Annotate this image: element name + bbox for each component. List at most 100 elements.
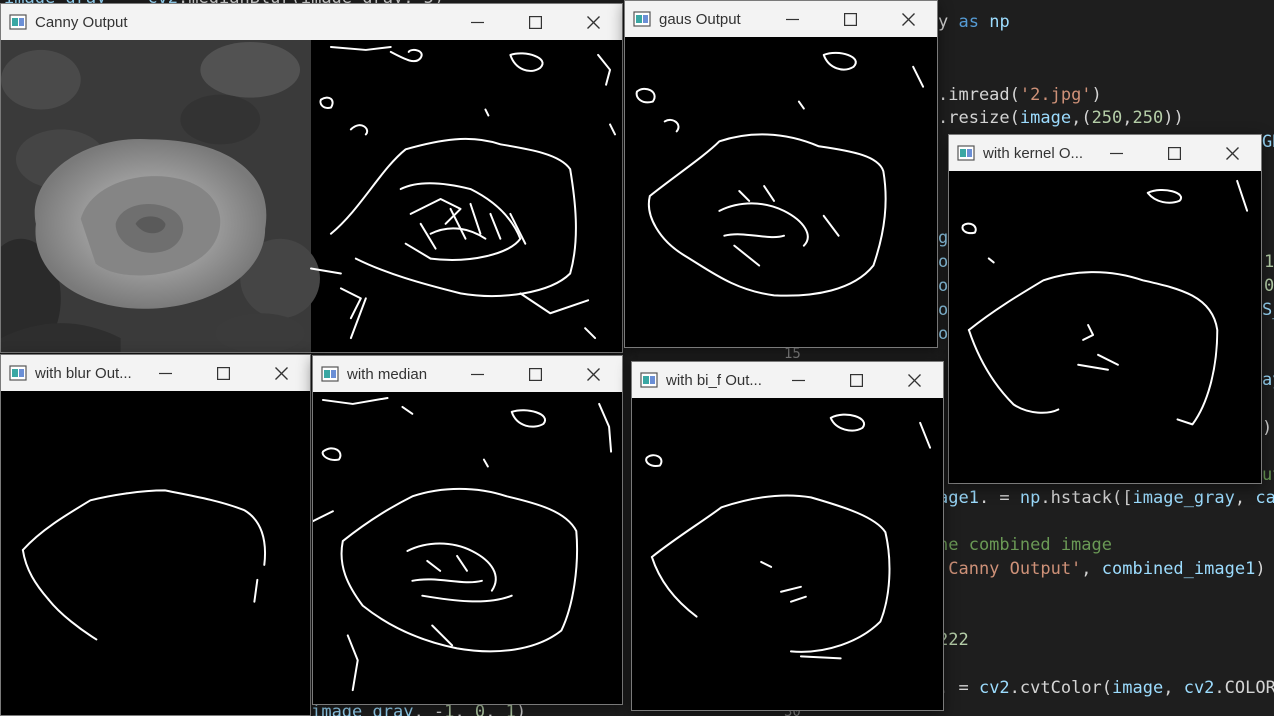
maximize-button[interactable] — [827, 362, 885, 398]
minimize-icon — [791, 374, 805, 387]
image-canvas[interactable] — [313, 392, 622, 704]
canny-output-window[interactable]: Canny Output — [0, 3, 623, 353]
opencv-window-icon — [9, 365, 27, 381]
close-button[interactable] — [879, 1, 937, 37]
code-fragment: S_ — [1262, 300, 1274, 320]
code-token: he combined image — [938, 535, 1112, 555]
close-button[interactable] — [1203, 135, 1261, 171]
code-token: age1 — [938, 488, 979, 508]
blur-edges-image — [21, 489, 266, 641]
close-icon — [274, 366, 288, 380]
median-edges-image — [313, 396, 613, 692]
code-token: np — [1019, 488, 1041, 508]
opencv-window-icon — [9, 14, 27, 30]
minimize-button[interactable] — [448, 4, 506, 40]
close-icon — [907, 373, 921, 387]
line-number: 15 — [784, 346, 801, 362]
maximize-icon — [1167, 146, 1181, 160]
maximize-button[interactable] — [1145, 135, 1203, 171]
minimize-icon — [470, 16, 484, 29]
gaus-output-window[interactable]: gaus Output — [624, 0, 938, 348]
window-title: Canny Output — [35, 13, 128, 31]
code-token: .hstack([ — [1040, 488, 1133, 508]
image-canvas[interactable] — [625, 37, 937, 347]
with-median-output-window[interactable]: with median — [312, 355, 623, 705]
maximize-icon — [528, 367, 542, 381]
code-token: y — [938, 12, 959, 32]
window-title: with bi_f Out... — [666, 371, 762, 389]
window-title: gaus Output — [659, 10, 741, 28]
code-token: .COLOR_BGR — [1214, 678, 1274, 698]
image-canvas[interactable] — [632, 398, 943, 710]
code-token: cv2 — [1183, 678, 1215, 698]
code-token: image — [1019, 108, 1072, 128]
code-token: image_gray — [1132, 488, 1235, 508]
close-icon — [1225, 146, 1239, 160]
window-title: with kernel O... — [983, 144, 1084, 162]
minimize-icon — [1109, 147, 1123, 160]
close-button[interactable] — [564, 4, 622, 40]
code-token: ) — [1255, 559, 1266, 579]
code-line: .resize(image,(250,250)) — [938, 108, 1184, 128]
title-bar[interactable]: gaus Output — [625, 1, 937, 37]
maximize-button[interactable] — [821, 1, 879, 37]
title-bar[interactable]: Canny Output — [1, 4, 622, 40]
maximize-button[interactable] — [506, 4, 564, 40]
minimize-button[interactable] — [136, 355, 194, 391]
code-token: np — [978, 12, 1010, 32]
code-token: cv2 — [978, 678, 1010, 698]
minimize-icon — [785, 13, 799, 26]
code-token: . = — [978, 488, 1020, 508]
code-fragment: ) — [1262, 418, 1273, 438]
minimize-button[interactable] — [448, 356, 506, 392]
code-token: ,( — [1071, 108, 1092, 128]
code-token: , — [1234, 488, 1256, 508]
gaus-edges-image — [635, 51, 925, 297]
close-icon — [901, 12, 915, 26]
minimize-button[interactable] — [763, 1, 821, 37]
code-token: ) — [1091, 85, 1102, 105]
close-button[interactable] — [885, 362, 943, 398]
code-token: .resize( — [938, 108, 1020, 128]
image-canvas[interactable] — [1, 40, 622, 352]
code-fragment: 0 — [1264, 276, 1274, 296]
code-token: . = — [938, 678, 979, 698]
with-bi-f-output-window[interactable]: with bi_f Out... — [631, 361, 944, 711]
maximize-icon — [528, 15, 542, 29]
maximize-icon — [843, 12, 857, 26]
code-token: 250 — [1091, 108, 1123, 128]
with-kernel-output-window[interactable]: with kernel O... — [948, 134, 1262, 484]
minimize-button[interactable] — [1087, 135, 1145, 171]
kernel-edges-image — [961, 179, 1249, 426]
code-fragment: 1 — [1264, 252, 1274, 272]
close-button[interactable] — [564, 356, 622, 392]
close-button[interactable] — [252, 355, 310, 391]
title-bar[interactable]: with bi_f Out... — [632, 362, 943, 398]
code-fragment: o — [938, 252, 949, 272]
maximize-icon — [849, 373, 863, 387]
opencv-window-icon — [633, 11, 651, 27]
code-fragment: o — [938, 324, 949, 344]
code-line: age1. = np.hstack([image_gray, canny — [938, 488, 1274, 508]
with-blur-output-window[interactable]: with blur Out... — [0, 354, 311, 716]
code-token: combined_image1 — [1101, 559, 1256, 579]
minimize-icon — [470, 368, 484, 381]
title-bar[interactable]: with median — [313, 356, 622, 392]
code-token: , — [1081, 559, 1102, 579]
minimize-icon — [158, 367, 172, 380]
title-bar[interactable]: with kernel O... — [949, 135, 1261, 171]
code-fragment: o — [938, 300, 949, 320]
code-line: y as np — [938, 12, 1010, 32]
maximize-button[interactable] — [506, 356, 564, 392]
canny-edges-image — [310, 45, 617, 340]
code-token: )) — [1163, 108, 1184, 128]
maximize-icon — [216, 366, 230, 380]
maximize-button[interactable] — [194, 355, 252, 391]
image-canvas[interactable] — [1, 391, 310, 715]
code-token: as — [958, 12, 979, 32]
minimize-button[interactable] — [769, 362, 827, 398]
title-bar[interactable]: with blur Out... — [1, 355, 310, 391]
image-canvas[interactable] — [949, 171, 1261, 483]
code-line: he combined image — [938, 535, 1112, 555]
code-token: , — [1163, 678, 1184, 698]
